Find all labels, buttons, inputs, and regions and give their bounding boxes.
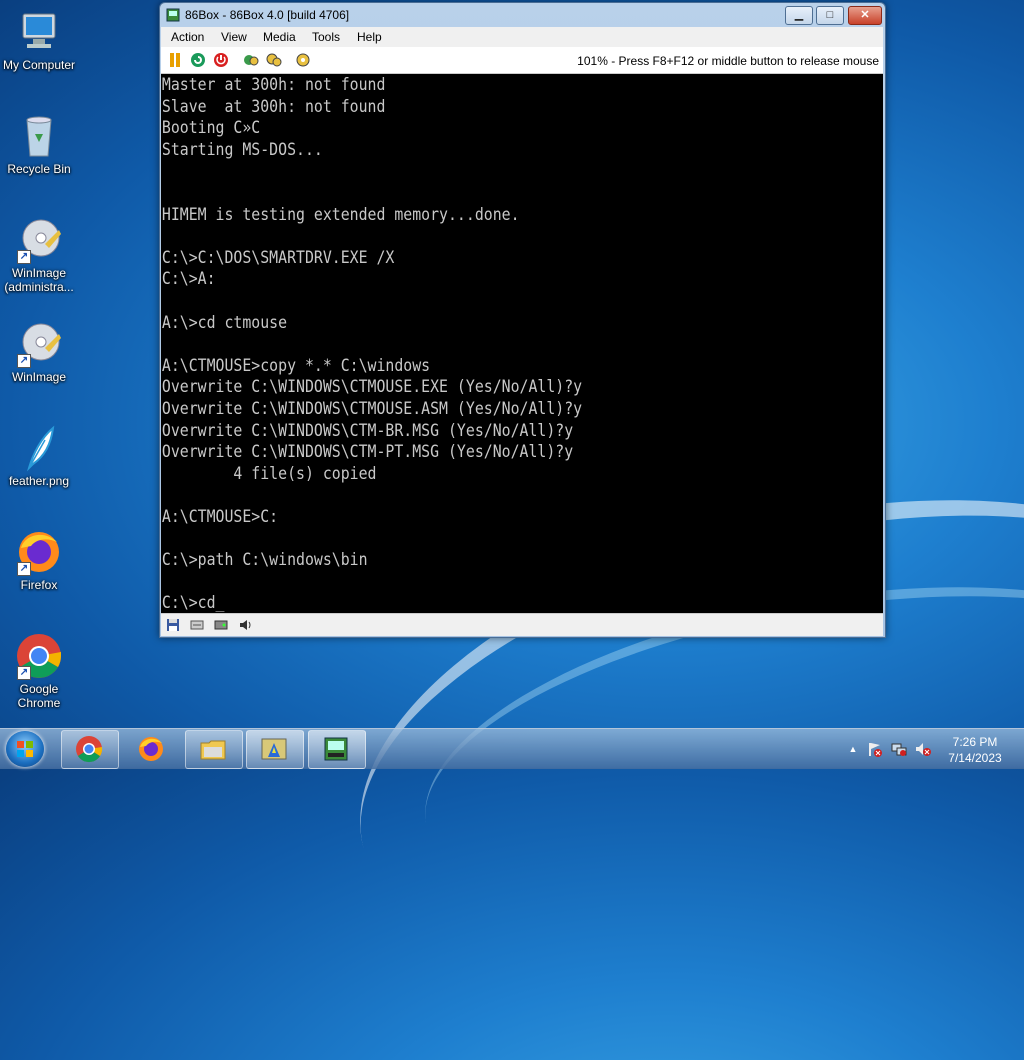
clock-time: 7:26 PM — [952, 735, 998, 749]
firefox-icon — [137, 735, 165, 763]
emulator-screen[interactable]: Master at 300h: not found Slave at 300h:… — [161, 74, 883, 613]
action-center-flag-icon[interactable] — [866, 741, 882, 757]
taskbar-86box[interactable] — [308, 730, 366, 769]
shortcut-arrow-icon: ↗ — [17, 666, 31, 680]
toolbar: 101% - Press F8+F12 or middle button to … — [161, 47, 883, 74]
desktop-icon-winimage-admin[interactable]: ↗ WinImage (administra... — [0, 216, 78, 294]
86box-app-icon — [322, 735, 350, 763]
feather-image-icon — [15, 424, 63, 472]
dos-terminal-output: Master at 300h: not found Slave at 300h:… — [161, 75, 583, 613]
maximize-button[interactable]: □ — [816, 6, 844, 25]
desktop-icon-firefox[interactable]: ↗ Firefox — [0, 528, 78, 592]
folder-icon — [199, 735, 227, 763]
winimage-icon — [260, 735, 288, 763]
menu-view[interactable]: View — [221, 30, 247, 44]
mouse-capture-status: 101% - Press F8+F12 or middle button to … — [577, 54, 879, 68]
clock[interactable]: 7:26 PM 7/14/2023 — [930, 734, 1020, 766]
title-bar[interactable]: 86Box - 86Box 4.0 [build 4706] ▁ □ ✕ — [160, 3, 885, 27]
cdrom-drive-icon[interactable] — [190, 618, 204, 632]
86box-app-icon — [166, 8, 180, 22]
sound-icon[interactable] — [238, 618, 252, 632]
power-icon[interactable] — [213, 52, 229, 68]
disc-icon: ↗ — [15, 216, 63, 264]
desktop-icon-label: Google Chrome — [17, 682, 61, 710]
shortcut-arrow-icon: ↗ — [17, 250, 31, 264]
minimize-button[interactable]: ▁ — [785, 6, 813, 25]
window-title: 86Box - 86Box 4.0 [build 4706] — [185, 8, 350, 22]
menu-tools[interactable]: Tools — [312, 30, 340, 44]
network-icon[interactable] — [891, 741, 907, 757]
taskbar-explorer[interactable] — [185, 730, 243, 769]
ctrl-alt-del-icon[interactable] — [243, 52, 259, 68]
close-button[interactable]: ✕ — [848, 6, 882, 25]
desktop-icon-label: WinImage — [11, 370, 67, 384]
desktop-icon-label: Recycle Bin — [7, 162, 71, 176]
desktop-icon-feather[interactable]: feather.png — [0, 424, 78, 488]
menu-action[interactable]: Action — [171, 30, 204, 44]
86box-window[interactable]: 86Box - 86Box 4.0 [build 4706] ▁ □ ✕ Act… — [159, 2, 886, 638]
taskbar-firefox[interactable] — [123, 730, 181, 769]
settings-icon[interactable] — [266, 52, 282, 68]
taskbar: ▲ 7:26 PM 7/14/2023 — [0, 728, 1024, 769]
floppy-drive-icon[interactable] — [166, 618, 180, 632]
gear-icon[interactable] — [295, 52, 311, 68]
reset-icon[interactable] — [190, 52, 206, 68]
shortcut-arrow-icon: ↗ — [17, 562, 31, 576]
desktop-icon-recycle-bin[interactable]: Recycle Bin — [0, 112, 78, 176]
taskbar-winimage[interactable] — [246, 730, 304, 769]
desktop-icon-label: feather.png — [8, 474, 70, 488]
computer-icon — [15, 8, 63, 56]
desktop-icon-google-chrome[interactable]: ↗ Google Chrome — [0, 632, 78, 710]
menu-help[interactable]: Help — [357, 30, 382, 44]
shortcut-arrow-icon: ↗ — [17, 354, 31, 368]
desktop-icon-label: WinImage (administra... — [4, 266, 74, 294]
desktop-icon-my-computer[interactable]: My Computer — [0, 8, 78, 72]
volume-muted-icon[interactable] — [915, 741, 931, 757]
desktop-icon-winimage[interactable]: ↗ WinImage — [0, 320, 78, 384]
taskbar-chrome[interactable] — [61, 730, 119, 769]
chrome-icon: ↗ — [15, 632, 63, 680]
windows-logo-icon — [17, 741, 33, 757]
desktop-icon-label: My Computer — [2, 58, 76, 72]
menu-media[interactable]: Media — [263, 30, 296, 44]
clock-date: 7/14/2023 — [948, 751, 1002, 765]
desktop-icon-label: Firefox — [20, 578, 58, 592]
recycle-bin-icon — [15, 112, 63, 160]
disc-icon: ↗ — [15, 320, 63, 368]
menu-bar: Action View Media Tools Help — [161, 27, 883, 47]
start-button[interactable] — [6, 731, 44, 767]
chrome-icon — [75, 735, 103, 763]
status-bar — [161, 613, 883, 636]
pause-icon[interactable] — [167, 52, 183, 68]
hard-disk-icon[interactable] — [214, 618, 228, 632]
show-hidden-icons-button[interactable]: ▲ — [845, 741, 861, 757]
firefox-icon: ↗ — [15, 528, 63, 576]
